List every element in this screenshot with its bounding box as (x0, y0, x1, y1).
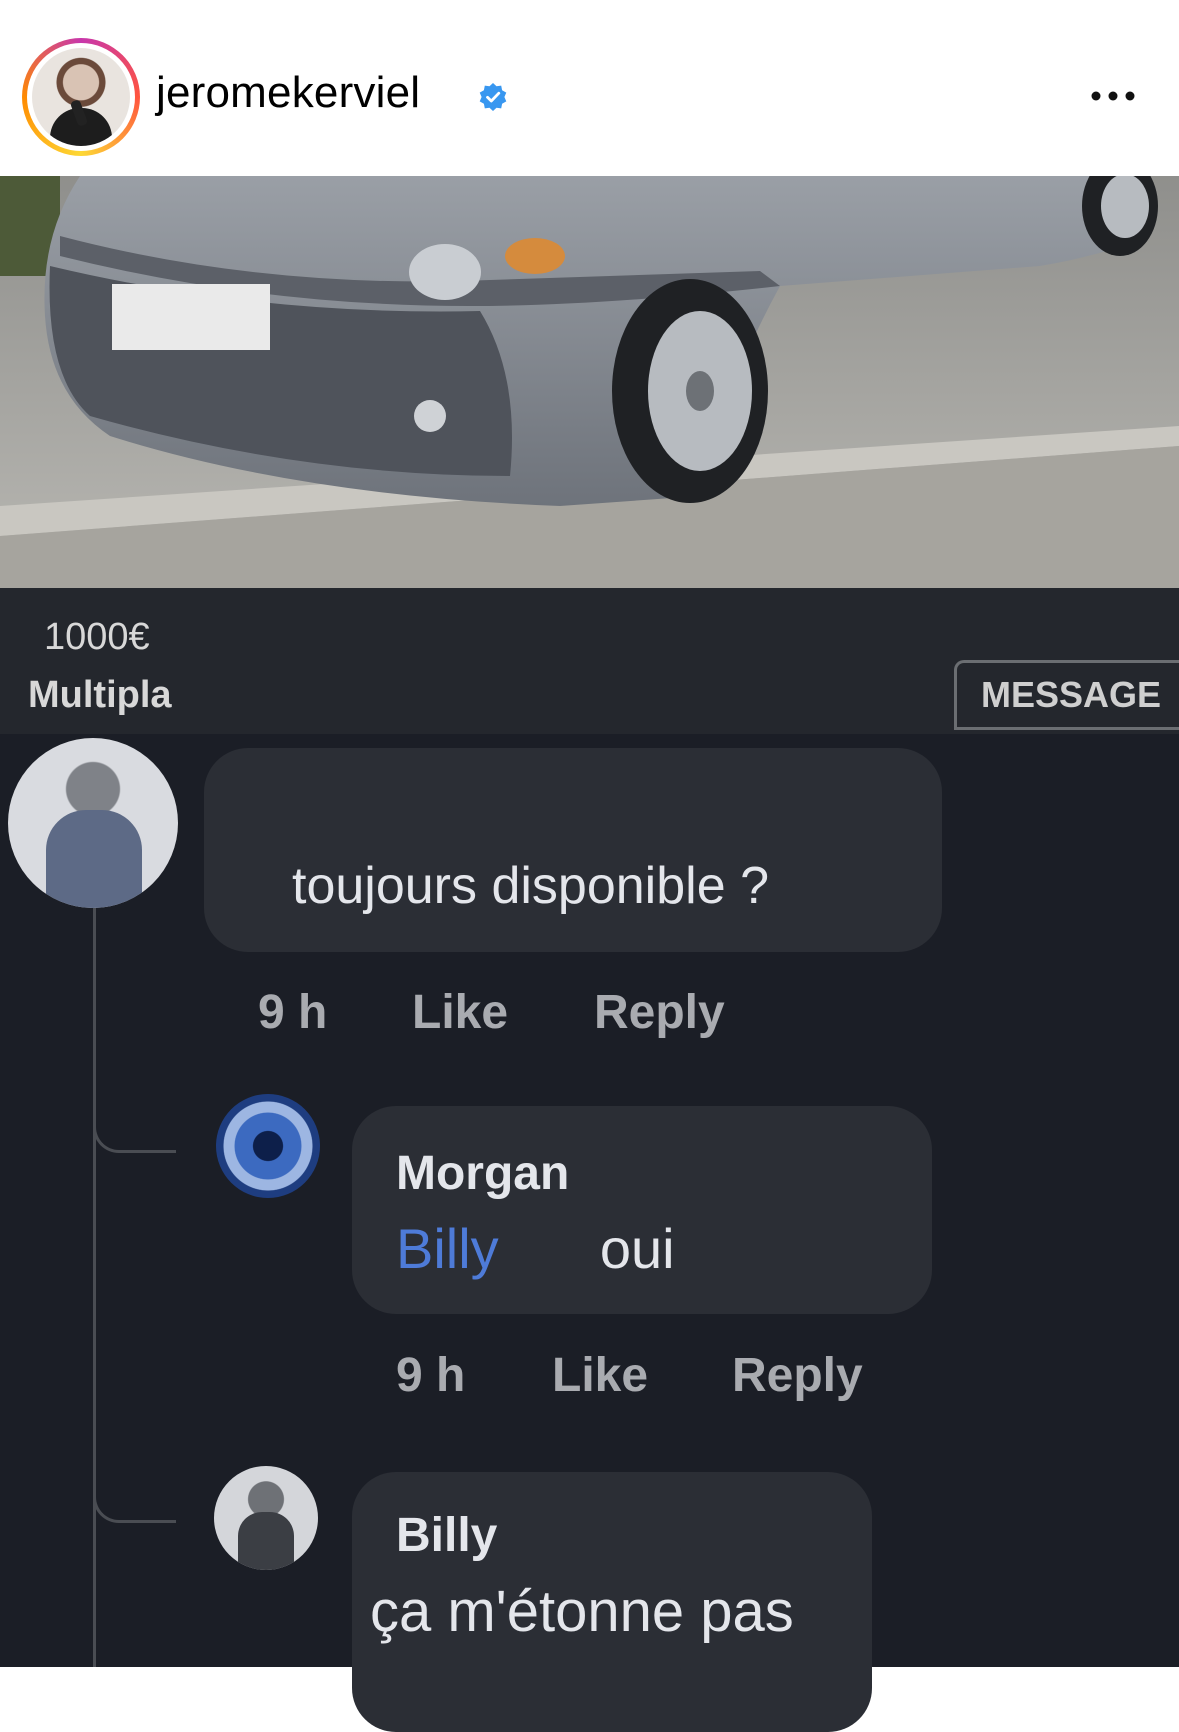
verified-badge-icon (479, 83, 507, 111)
car-photo (0, 176, 1179, 588)
post-header: jeromekerviel (0, 0, 1179, 176)
like-button[interactable]: Like (552, 1348, 648, 1403)
comment-text: toujours disponible ? (292, 857, 769, 915)
like-button[interactable]: Like (412, 985, 508, 1040)
commenter-avatar[interactable] (216, 1094, 320, 1198)
reply-button[interactable]: Reply (594, 985, 725, 1040)
mention-link[interactable]: Billy (396, 1217, 499, 1280)
reply-content: Billy oui (396, 1216, 675, 1281)
reply-author[interactable]: Morgan (396, 1146, 569, 1201)
username[interactable]: jeromekerviel (156, 68, 420, 118)
comment-bubble (204, 748, 942, 952)
commenter-avatar[interactable] (214, 1466, 318, 1570)
comment-time: 9 h (258, 986, 328, 1039)
message-button[interactable]: MESSAGE (954, 660, 1179, 730)
thread-branch (93, 1090, 176, 1153)
profile-photo (32, 48, 130, 146)
more-options-icon[interactable] (1088, 84, 1138, 108)
listing-model: Multipla (28, 674, 172, 716)
reply-text: oui (599, 1217, 675, 1280)
listing-price: 1000€ (44, 616, 150, 658)
reply-author[interactable]: Billy (396, 1508, 497, 1563)
commenter-avatar[interactable] (8, 738, 178, 908)
thread-branch (93, 1440, 176, 1523)
reply-bubble (352, 1106, 932, 1314)
reply-text: ça m'étonne pas (370, 1579, 794, 1644)
profile-avatar[interactable] (22, 38, 140, 156)
comment-time: 9 h (396, 1349, 466, 1402)
reply-button[interactable]: Reply (732, 1348, 863, 1403)
thread-line (93, 906, 96, 1667)
